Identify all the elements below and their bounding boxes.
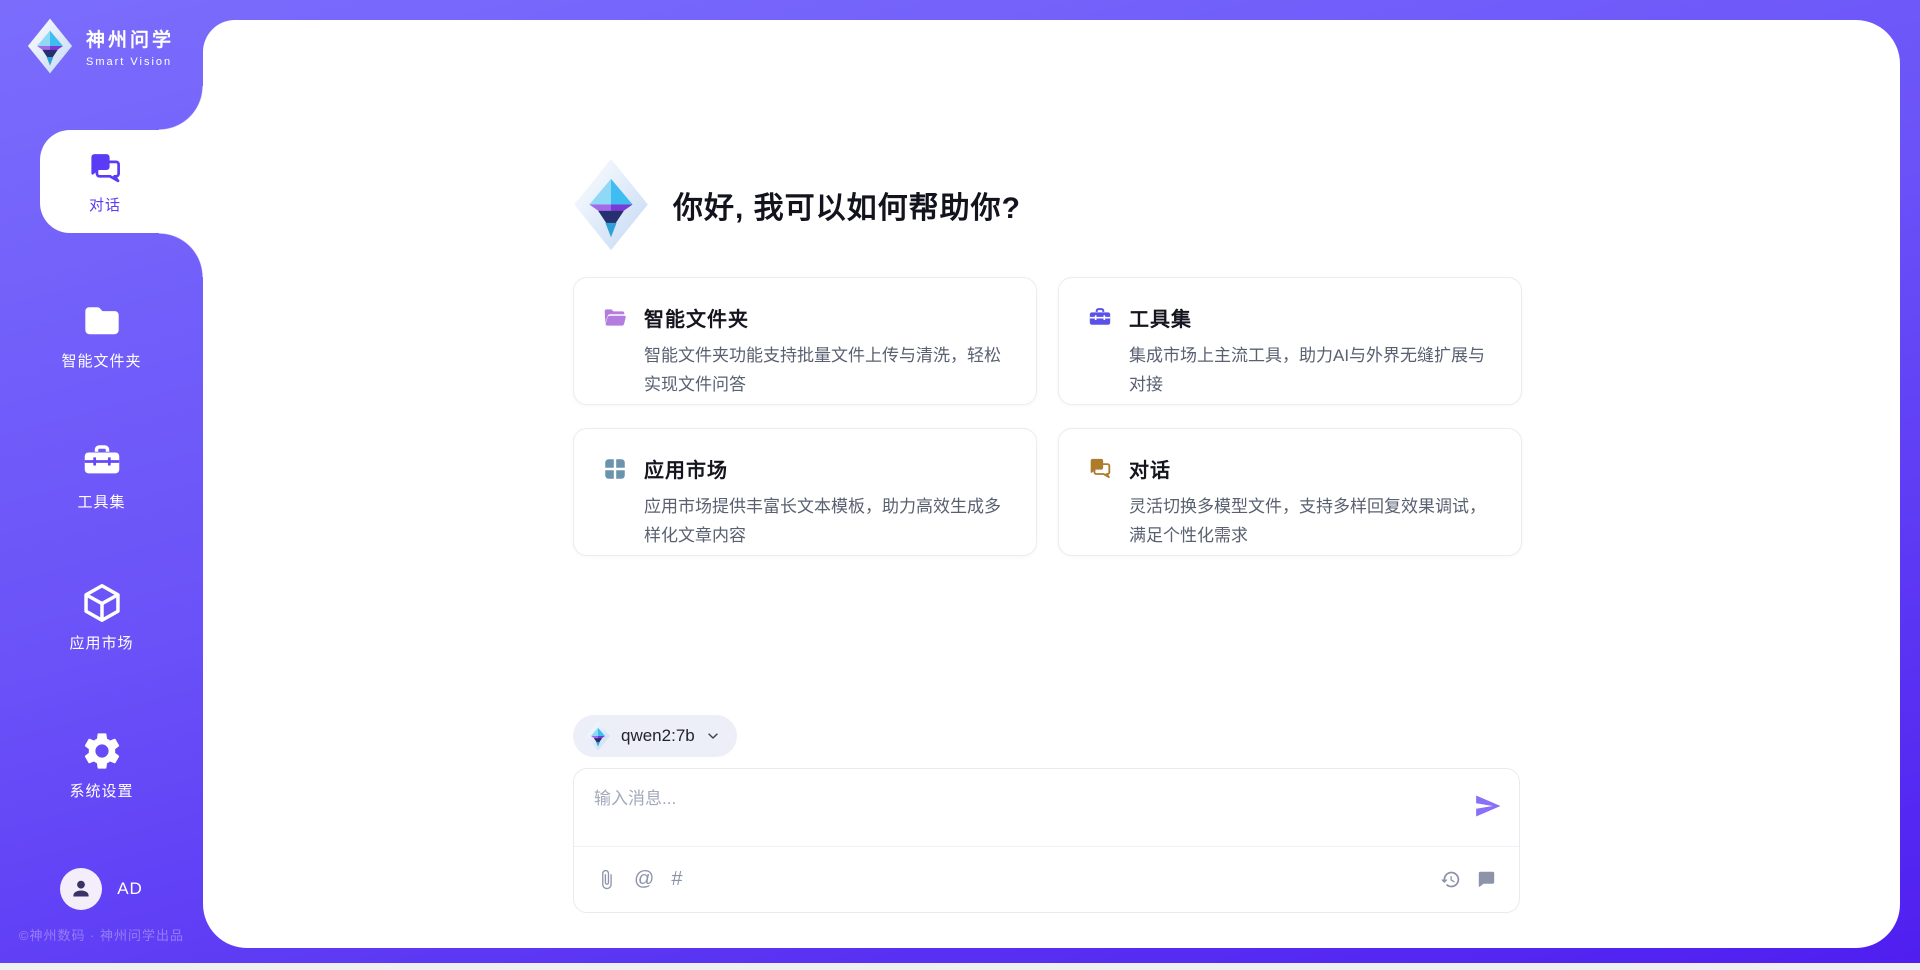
chat-bubbles-icon (1087, 456, 1113, 482)
card-header: 智能文件夹 (602, 303, 1014, 332)
card-title: 工具集 (1129, 303, 1192, 332)
composer-right-tools (1440, 869, 1497, 890)
copyright-footer: ©神州数码 · 神州问学出品 (0, 925, 203, 944)
avatar (60, 868, 102, 910)
diamond-logo (585, 721, 611, 751)
hash-icon[interactable]: # (671, 869, 682, 890)
card-title: 智能文件夹 (644, 303, 749, 332)
folder-icon (80, 299, 124, 343)
card-description: 灵活切换多模型文件，支持多样回复效果调试，满足个性化需求 (1129, 492, 1499, 550)
sidebar-item-smart-folder[interactable]: 智能文件夹 (0, 299, 203, 371)
user-icon (68, 876, 94, 902)
paperclip-icon[interactable] (596, 869, 617, 890)
sidebar-item-label: 对话 (40, 194, 170, 215)
at-icon[interactable]: @ (634, 869, 654, 890)
card-toolset[interactable]: 工具集 集成市场上主流工具，助力AI与外界无缝扩展与对接 (1058, 277, 1522, 405)
greeting-block: 你好, 我可以如何帮助你? (571, 158, 1021, 251)
chat-bubbles-icon (86, 150, 124, 188)
brand-subtitle: Smart Vision (86, 56, 174, 68)
card-description: 集成市场上主流工具，助力AI与外界无缝扩展与对接 (1129, 341, 1499, 399)
composer-input-area (574, 769, 1519, 847)
sidebar: 神州问学 Smart Vision 对话 智能文件夹 工具集 应用市场 系统设置… (0, 0, 203, 970)
diamond-logo (571, 158, 651, 251)
card-description: 智能文件夹功能支持批量文件上传与清洗，轻松实现文件问答 (644, 341, 1014, 399)
diamond-logo (26, 18, 74, 74)
sidebar-item-label: 系统设置 (0, 780, 203, 801)
grid-icon (602, 456, 628, 482)
sidebar-item-label: 智能文件夹 (0, 350, 203, 371)
model-name: qwen2:7b (621, 726, 695, 746)
chat-history-icon[interactable] (1476, 869, 1497, 890)
brand-text: 神州问学 Smart Vision (86, 25, 174, 68)
sidebar-item-label: 工具集 (0, 491, 203, 512)
shortcut-cards: 智能文件夹 智能文件夹功能支持批量文件上传与清洗，轻松实现文件问答 工具集 集成… (573, 277, 1522, 556)
card-description: 应用市场提供丰富长文本模板，助力高效生成多样化文章内容 (644, 492, 1014, 550)
card-title: 对话 (1129, 454, 1171, 483)
message-input[interactable] (594, 784, 1444, 832)
sidebar-item-label: 应用市场 (0, 632, 203, 653)
sidebar-item-app-market[interactable]: 应用市场 (0, 581, 203, 653)
card-title: 应用市场 (644, 454, 728, 483)
card-smart-folder[interactable]: 智能文件夹 智能文件夹功能支持批量文件上传与清洗，轻松实现文件问答 (573, 277, 1037, 405)
brand-name: 神州问学 (86, 25, 174, 52)
sidebar-item-settings[interactable]: 系统设置 (0, 729, 203, 801)
sidebar-item-chat[interactable]: 对话 (40, 130, 205, 233)
sidebar-item-content: 对话 (40, 130, 170, 215)
card-header: 对话 (1087, 454, 1499, 483)
card-chat[interactable]: 对话 灵活切换多模型文件，支持多样回复效果调试，满足个性化需求 (1058, 428, 1522, 556)
horizontal-scrollbar[interactable] (0, 963, 1920, 970)
user-name: AD (117, 879, 143, 899)
card-header: 应用市场 (602, 454, 1014, 483)
sidebar-item-toolset[interactable]: 工具集 (0, 440, 203, 512)
brand-block: 神州问学 Smart Vision (26, 18, 174, 74)
card-header: 工具集 (1087, 303, 1499, 332)
card-app-market[interactable]: 应用市场 应用市场提供丰富长文本模板，助力高效生成多样化文章内容 (573, 428, 1037, 556)
briefcase-icon (1087, 305, 1113, 331)
cube-icon (80, 581, 124, 625)
greeting-text: 你好, 我可以如何帮助你? (673, 183, 1021, 227)
user-account[interactable]: AD (0, 868, 203, 910)
message-composer: @ # (573, 768, 1520, 913)
gear-icon (80, 729, 124, 773)
folder-open-icon (602, 305, 628, 331)
main-content-panel: 你好, 我可以如何帮助你? 智能文件夹 智能文件夹功能支持批量文件上传与清洗，轻… (203, 20, 1900, 948)
send-icon[interactable] (1473, 791, 1503, 821)
composer-toolbar: @ # (574, 847, 1519, 912)
history-icon[interactable] (1440, 869, 1461, 890)
toolbox-icon (80, 440, 124, 484)
model-selector[interactable]: qwen2:7b (573, 715, 737, 757)
chevron-down-icon (705, 728, 721, 744)
